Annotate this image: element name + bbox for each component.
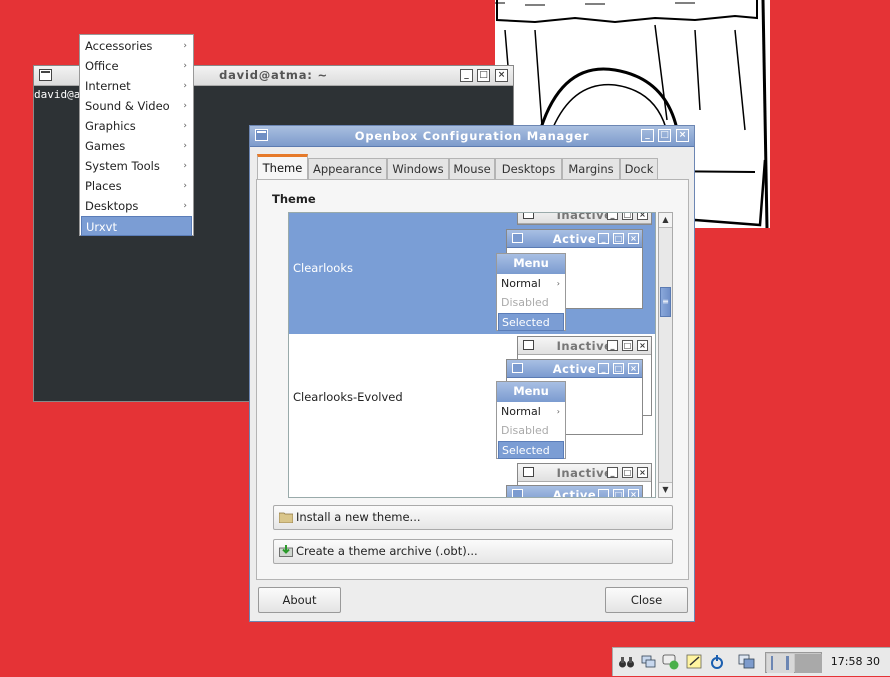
preview-active-window: Active _ □ × (506, 485, 643, 497)
scroll-down-icon[interactable]: ▼ (659, 482, 672, 497)
binoculars-icon[interactable] (618, 653, 635, 670)
theme-list-scrollbar[interactable]: ▲ ≡ ▼ (658, 212, 673, 498)
folder-icon (279, 512, 293, 523)
menu-item-label: Internet (85, 79, 131, 93)
chevron-right-icon: › (183, 101, 187, 111)
section-header-theme: Theme (272, 192, 316, 206)
scroll-up-icon[interactable]: ▲ (659, 213, 672, 228)
preview-menu-title: Menu (497, 254, 565, 274)
preview-menu: Menu Normal › Disabled Selected (496, 253, 566, 331)
about-button[interactable]: About (258, 587, 341, 613)
chevron-right-icon: › (183, 161, 187, 171)
menu-item-label: Accessories (85, 39, 153, 53)
menu-item-system-tools[interactable]: System Tools › (81, 156, 192, 176)
pager-desktops[interactable] (766, 653, 823, 674)
preview-menu-disabled: Disabled (501, 424, 549, 437)
network-icon[interactable] (640, 653, 657, 670)
notes-icon[interactable] (686, 653, 703, 670)
tab-appearance[interactable]: Appearance (308, 158, 387, 179)
menu-item-graphics[interactable]: Graphics › (81, 116, 192, 136)
tab-desktops[interactable]: Desktops (495, 158, 562, 179)
taskbar: 17:58 30 (612, 647, 890, 676)
theme-list[interactable]: Clearlooks Inactive _ □ × Active _ □ × Menu … (288, 212, 656, 498)
menu-item-label: Graphics (85, 119, 136, 133)
menu-item-label: Urxvt (86, 220, 117, 234)
menu-item-accessories[interactable]: Accessories › (81, 36, 192, 56)
archive-icon (279, 545, 293, 557)
tab-dock[interactable]: Dock (620, 158, 658, 179)
tab-mouse[interactable]: Mouse (449, 158, 495, 179)
close-button[interactable]: Close (605, 587, 688, 613)
menu-item-office[interactable]: Office › (81, 56, 192, 76)
theme-name: Clearlooks (293, 261, 353, 275)
obconf-titlebar[interactable]: Openbox Configuration Manager _ □ × (250, 126, 694, 147)
theme-row-partial[interactable]: Inactive _ □ × Active _ □ × (289, 457, 655, 497)
task-window-icon[interactable] (738, 653, 755, 670)
update-icon[interactable] (708, 653, 725, 670)
create-archive-label: Create a theme archive (.obt)... (296, 544, 478, 558)
chevron-right-icon: › (556, 279, 560, 288)
tab-margins[interactable]: Margins (562, 158, 620, 179)
minimize-icon[interactable]: _ (641, 129, 654, 142)
chat-status-icon[interactable] (662, 653, 679, 670)
menu-item-internet[interactable]: Internet › (81, 76, 192, 96)
clock: 17:58 30 (830, 655, 880, 668)
install-theme-button[interactable]: Install a new theme... (273, 505, 673, 530)
menu-item-label: Sound & Video (85, 99, 170, 113)
maximize-icon[interactable]: □ (477, 69, 490, 82)
chevron-right-icon: › (183, 121, 187, 131)
scrollbar-thumb[interactable]: ≡ (660, 287, 671, 317)
tab-theme[interactable]: Theme (257, 154, 308, 180)
menu-item-urxvt[interactable]: Urxvt (81, 216, 192, 236)
chevron-right-icon: › (183, 181, 187, 191)
chevron-right-icon: › (183, 141, 187, 151)
menu-item-label: Desktops (85, 199, 139, 213)
preview-inactive-window: Inactive _ □ × (517, 213, 652, 225)
create-archive-button[interactable]: Create a theme archive (.obt)... (273, 539, 673, 564)
menu-item-places[interactable]: Places › (81, 176, 192, 196)
chevron-right-icon: › (183, 61, 187, 71)
theme-row-clearlooks[interactable]: Clearlooks Inactive _ □ × Active _ □ × Menu … (289, 213, 655, 334)
chevron-right-icon: › (183, 201, 187, 211)
preview-menu-disabled: Disabled (501, 296, 549, 309)
tab-windows[interactable]: Windows (387, 158, 449, 179)
chevron-right-icon: › (556, 407, 560, 416)
close-icon[interactable]: × (676, 129, 689, 142)
close-icon[interactable]: × (495, 69, 508, 82)
chevron-right-icon: › (183, 41, 187, 51)
minimize-icon[interactable]: _ (460, 69, 473, 82)
maximize-icon[interactable]: □ (658, 129, 671, 142)
menu-item-label: Places (85, 179, 122, 193)
theme-row-clearlooks-evolved[interactable]: Clearlooks-Evolved Inactive _ □ × Active _… (289, 334, 655, 459)
menu-item-desktops[interactable]: Desktops › (81, 196, 192, 216)
preview-menu: Menu Normal › Disabled Selected (496, 381, 566, 459)
menu-item-sound-video[interactable]: Sound & Video › (81, 96, 192, 116)
preview-menu-selected: Selected (498, 313, 564, 331)
preview-menu-title: Menu (497, 382, 565, 402)
preview-menu-normal: Normal (501, 277, 541, 290)
theme-name: Clearlooks-Evolved (293, 390, 403, 404)
obconf-window[interactable]: Openbox Configuration Manager _ □ × Them… (249, 125, 695, 622)
desktop-pager[interactable] (765, 652, 822, 673)
obconf-title: Openbox Configuration Manager (354, 129, 590, 143)
menu-item-games[interactable]: Games › (81, 136, 192, 156)
menu-item-label: Games (85, 139, 126, 153)
theme-panel: Theme Clearlooks Inactive _ □ × Active _ □ ×… (256, 179, 689, 580)
install-theme-label: Install a new theme... (296, 510, 421, 524)
menu-item-label: System Tools (85, 159, 160, 173)
root-menu[interactable]: Accessories › Office › Internet › Sound & V… (79, 34, 194, 236)
chevron-right-icon: › (183, 81, 187, 91)
menu-item-label: Office (85, 59, 119, 73)
preview-menu-normal: Normal (501, 405, 541, 418)
